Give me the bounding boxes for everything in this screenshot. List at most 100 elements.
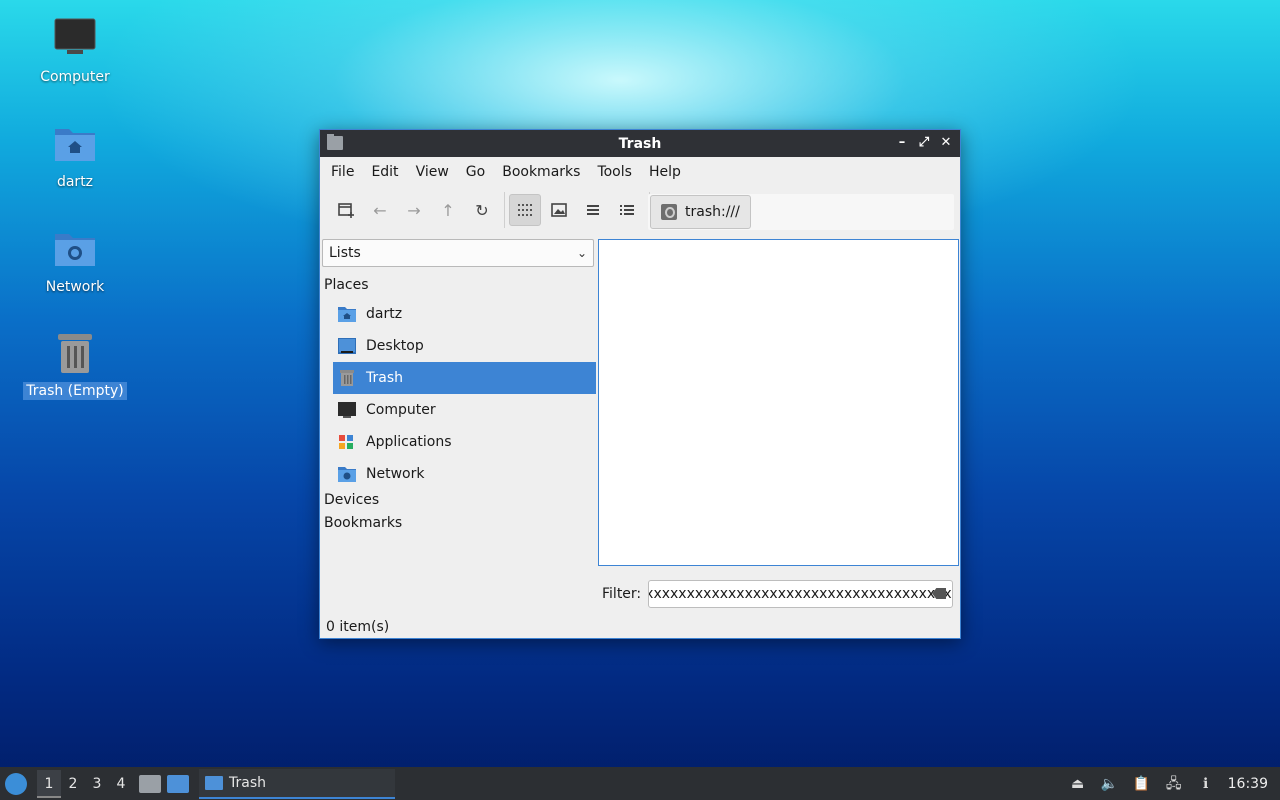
reload-button[interactable]: ↻ [466, 194, 498, 226]
sidebar-item-label: Computer [366, 402, 436, 418]
trash-location-icon [661, 204, 677, 220]
compact-view-icon [587, 205, 599, 215]
clock[interactable]: 16:39 [1228, 776, 1268, 792]
new-tab-button[interactable] [330, 194, 362, 226]
chevron-down-icon: ⌄ [576, 246, 587, 260]
title-bar[interactable]: Trash – ⤢ ✕ [320, 130, 960, 157]
start-menu-icon[interactable] [5, 772, 27, 795]
home-folder-icon [53, 123, 97, 167]
status-bar: 0 item(s) [326, 619, 390, 635]
places-heading[interactable]: Places [324, 277, 369, 293]
desktop-icon-computer[interactable]: Computer [20, 18, 130, 86]
filter-input[interactable]: xxxxxxxxxxxxxxxxxxxxxxxxxxxxxxxxxxxxxxxx… [648, 580, 954, 608]
filter-value: xxxxxxxxxxxxxxxxxxxxxxxxxxxxxxxxxxxxxxxx… [648, 586, 952, 602]
sidebar-item-computer[interactable]: Computer [333, 394, 596, 426]
desktop-icon-label: Trash (Empty) [23, 382, 127, 400]
notification-icon[interactable]: ℹ [1196, 775, 1216, 793]
home-folder-icon [337, 305, 357, 323]
menu-file[interactable]: File [324, 164, 361, 180]
show-desktop-icon[interactable] [167, 774, 189, 793]
taskbar: 1 2 3 4 Trash ⏏ 🔈 📋 🖧 ℹ 16:39 [0, 767, 1280, 800]
network-icon[interactable]: 🖧 [1164, 775, 1184, 793]
sidebar-item-dartz[interactable]: dartz [333, 298, 596, 330]
sidebar-item-trash[interactable]: Trash [333, 362, 596, 394]
workspace-2[interactable]: 2 [61, 770, 85, 798]
close-button[interactable]: ✕ [938, 134, 954, 152]
compact-view-button[interactable] [577, 194, 609, 226]
menu-help[interactable]: Help [642, 164, 688, 180]
sidebar-item-network[interactable]: Network [333, 458, 596, 490]
desktop-icon-label: Network [45, 279, 105, 295]
desktop-icon [337, 337, 357, 355]
bookmarks-heading[interactable]: Bookmarks [324, 515, 402, 531]
workspace-3[interactable]: 3 [85, 770, 109, 798]
new-tab-icon [338, 203, 354, 218]
window-title: Trash [618, 135, 662, 152]
path-button-trash[interactable]: trash:/// [650, 195, 751, 229]
menu-bookmarks[interactable]: Bookmarks [495, 164, 587, 180]
file-manager-window: Trash – ⤢ ✕ File Edit View Go Bookmarks … [319, 129, 961, 639]
workspace-4[interactable]: 4 [109, 770, 133, 798]
sidebar-item-label: Network [366, 466, 425, 482]
applications-icon [337, 433, 357, 451]
taskbar-task-label: Trash [229, 774, 266, 791]
desktop-icon-label: dartz [56, 174, 94, 190]
menu-tools[interactable]: Tools [590, 164, 639, 180]
taskbar-task-trash[interactable]: Trash [199, 768, 395, 799]
minimize-button[interactable]: – [894, 134, 910, 152]
sidebar-item-applications[interactable]: Applications [333, 426, 596, 458]
file-manager-launcher-icon[interactable] [139, 774, 161, 793]
volume-icon[interactable]: 🔈 [1100, 775, 1120, 793]
desktop-icon-label: Computer [40, 69, 110, 85]
filter-label: Filter: [602, 586, 642, 602]
filter-bar: Filter: xxxxxxxxxxxxxxxxxxxxxxxxxxxxxxxx… [602, 580, 954, 608]
icon-view-button[interactable] [509, 194, 541, 226]
back-icon: ← [373, 200, 387, 220]
monitor-icon [53, 18, 97, 62]
toolbar: ← → ↑ ↻ trash:/// [320, 187, 960, 233]
sidebar-item-label: Desktop [366, 338, 424, 354]
reload-icon: ↻ [475, 200, 489, 220]
system-tray: ⏏ 🔈 📋 🖧 ℹ 16:39 [1068, 767, 1280, 800]
maximize-button[interactable]: ⤢ [916, 134, 932, 152]
desktop-icon-network[interactable]: Network [20, 228, 130, 296]
sidebar-item-desktop[interactable]: Desktop [333, 330, 596, 362]
computer-icon [337, 401, 357, 419]
folder-icon [327, 134, 343, 150]
location-bar: trash:/// [648, 194, 954, 230]
forward-button[interactable]: → [398, 194, 430, 226]
toolbar-separator [504, 192, 505, 228]
sidebar-item-label: Trash [366, 370, 403, 386]
detailed-list-icon [620, 205, 634, 215]
trash-icon [337, 369, 357, 387]
sidebar-item-label: Applications [366, 434, 452, 450]
desktop-icon-trash[interactable]: Trash (Empty) [20, 332, 130, 400]
up-icon: ↑ [441, 200, 455, 220]
menu-view[interactable]: View [409, 164, 456, 180]
menu-edit[interactable]: Edit [364, 164, 405, 180]
side-pane-mode-value: Lists [329, 245, 361, 261]
side-pane: Lists ⌄ Places dartz Desktop Trash Compu… [321, 238, 597, 610]
desktop-icon-home[interactable]: dartz [20, 123, 130, 191]
sidebar-item-label: dartz [366, 306, 403, 322]
detailed-list-button[interactable] [611, 194, 643, 226]
side-pane-mode-select[interactable]: Lists ⌄ [322, 239, 594, 267]
clipboard-icon[interactable]: 📋 [1132, 775, 1152, 793]
folder-view[interactable] [598, 239, 959, 566]
thumbnail-view-icon [551, 203, 567, 217]
network-folder-icon [53, 228, 97, 272]
icon-view-icon [518, 204, 532, 216]
devices-heading[interactable]: Devices [324, 492, 379, 508]
location-text: trash:/// [685, 204, 740, 220]
workspace-1[interactable]: 1 [37, 769, 61, 798]
network-folder-icon [337, 465, 357, 483]
thumbnail-view-button[interactable] [543, 194, 575, 226]
menu-bar: File Edit View Go Bookmarks Tools Help [320, 157, 960, 187]
menu-go[interactable]: Go [459, 164, 492, 180]
forward-icon: → [407, 200, 421, 220]
folder-icon [205, 775, 223, 790]
up-button[interactable]: ↑ [432, 194, 464, 226]
eject-icon[interactable]: ⏏ [1068, 775, 1088, 793]
back-button[interactable]: ← [364, 194, 396, 226]
trash-icon [53, 332, 97, 376]
